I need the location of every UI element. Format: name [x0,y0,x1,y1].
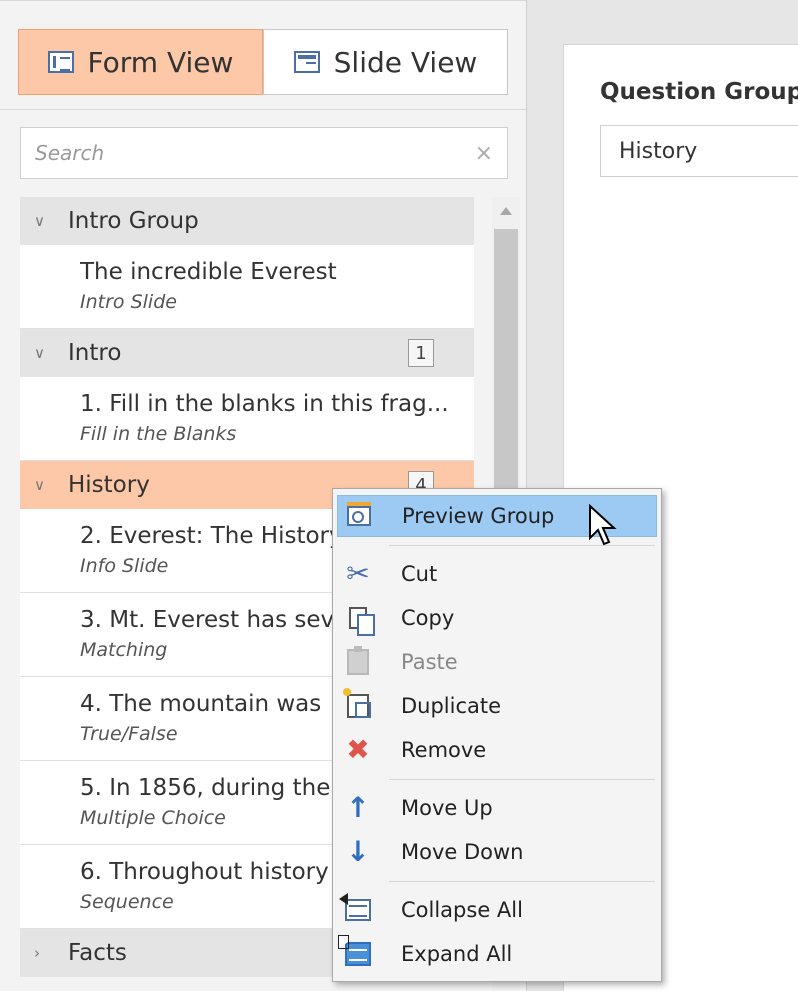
menu-separator [389,881,655,882]
menu-item-collapse-all[interactable]: Collapse All [337,889,657,931]
group-row-intro-group[interactable]: ∨ Intro Group [20,197,474,245]
item-title: The incredible Everest [80,259,337,285]
move-up-icon: ↑ [346,791,370,824]
search-box: × [20,127,508,179]
list-item[interactable]: The incredible Everest Intro Slide [20,245,474,329]
question-group-label: Question Group [600,79,798,105]
move-down-icon: ↓ [346,835,370,868]
menu-separator [389,779,655,780]
copy-icon [343,603,375,636]
menu-item-label: Duplicate [401,694,502,718]
duplicate-icon [343,688,373,721]
menu-item-label: Expand All [401,942,513,966]
item-title: 1. Fill in the blanks in this frag... [80,391,449,417]
divider [0,109,526,110]
slide-view-button[interactable]: Slide View [263,29,508,95]
menu-item-move-up[interactable]: ↑ Move Up [337,787,657,829]
clear-search-icon[interactable]: × [475,141,493,166]
item-type: Intro Slide [80,291,177,313]
remove-icon: ✖ [346,733,370,766]
slide-view-icon [293,51,320,73]
menu-item-copy[interactable]: Copy [337,597,657,639]
paste-icon [343,646,373,677]
scroll-up-icon[interactable] [500,207,512,215]
preview-group-icon [344,501,374,531]
menu-item-label: Collapse All [401,898,523,922]
group-name: Facts [68,940,127,966]
form-view-label: Form View [87,45,234,79]
cut-icon: ✂ [346,557,370,590]
slide-view-label: Slide View [333,45,478,79]
menu-item-label: Cut [401,562,438,586]
chevron-down-icon[interactable]: ∨ [34,344,68,362]
menu-item-expand-all[interactable]: Expand All [337,933,657,975]
menu-item-cut[interactable]: ✂ Cut [337,553,657,595]
expand-all-icon [338,935,373,969]
menu-item-paste[interactable]: Paste [337,641,657,683]
menu-item-remove[interactable]: ✖ Remove [337,729,657,771]
menu-item-label: Move Up [401,796,493,820]
menu-item-label: Paste [401,650,458,674]
context-menu: Preview Group ✂ Cut Copy Paste Duplicate… [332,488,662,982]
menu-item-label: Remove [401,738,487,762]
menu-item-label: Preview Group [402,504,555,528]
group-name: Intro Group [68,208,199,234]
menu-item-label: Copy [401,606,455,630]
group-name: History [68,472,150,498]
search-input[interactable] [35,141,475,165]
list-item[interactable]: 1. Fill in the blanks in this frag... Fi… [20,377,474,461]
chevron-down-icon[interactable]: ∨ [34,212,68,230]
menu-item-move-down[interactable]: ↓ Move Down [337,831,657,873]
question-group-field[interactable]: History [600,125,798,177]
menu-item-label: Move Down [401,840,524,864]
item-type: Fill in the Blanks [80,423,237,445]
form-view-icon [47,51,74,73]
form-view-button[interactable]: Form View [18,29,263,95]
group-name: Intro [68,340,122,366]
chevron-right-icon[interactable]: › [34,944,68,962]
menu-item-duplicate[interactable]: Duplicate [337,685,657,727]
chevron-down-icon[interactable]: ∨ [34,476,68,494]
collapse-all-icon [339,893,373,925]
mouse-cursor-icon [589,504,617,546]
count-badge: 1 [408,339,434,367]
group-row-intro[interactable]: ∨ Intro 1 [20,329,474,377]
view-toggle: Form View Slide View [18,29,508,95]
